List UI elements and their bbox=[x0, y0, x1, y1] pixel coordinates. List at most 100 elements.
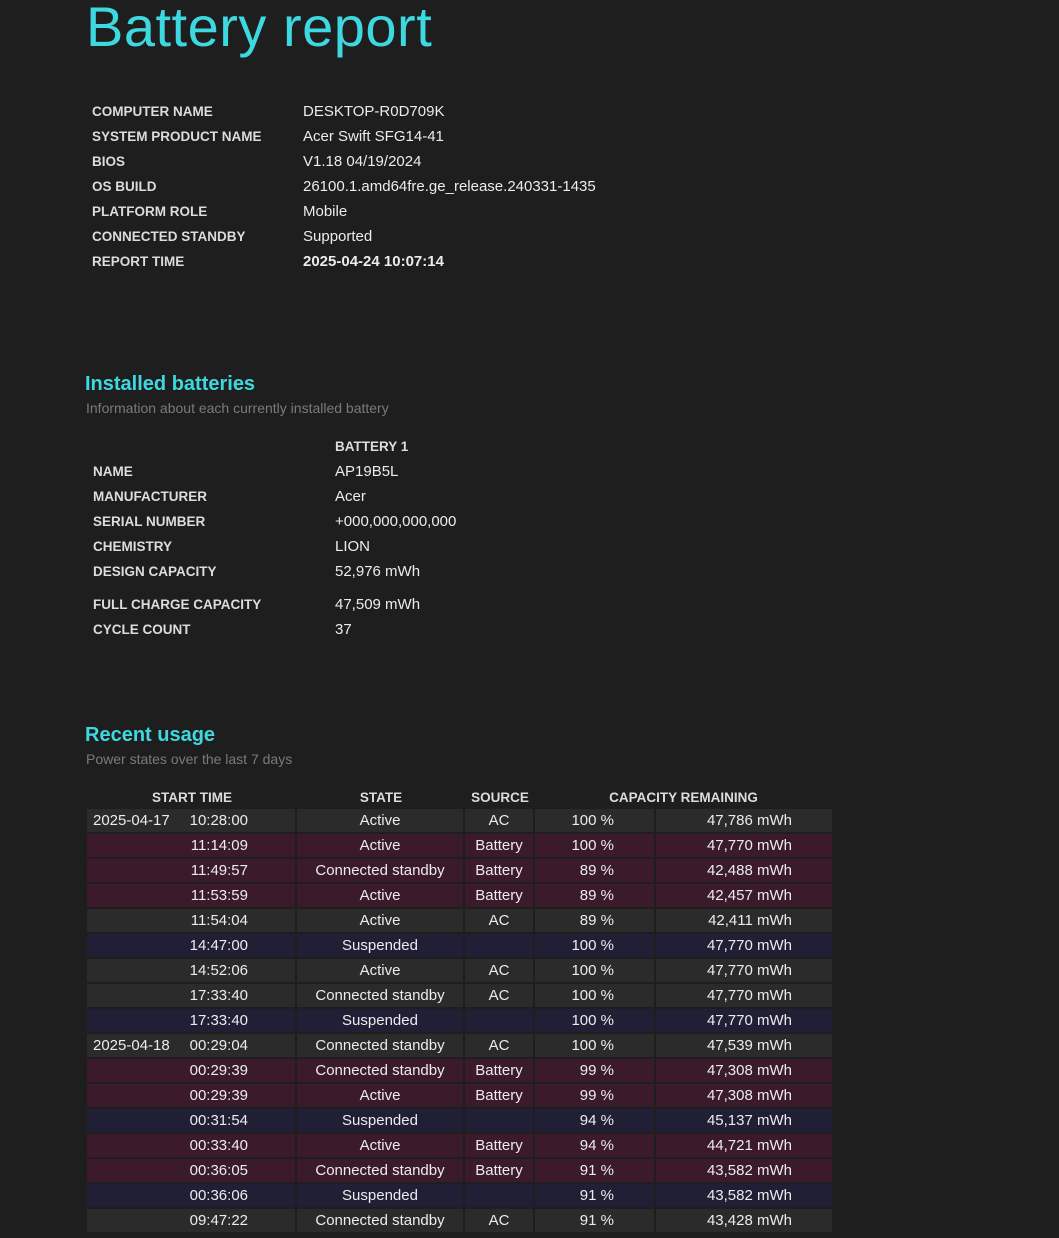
usage-source-cell: AC bbox=[465, 909, 533, 932]
system-info-label: BIOS bbox=[92, 154, 126, 169]
usage-start-time-cell: 00:36:05 bbox=[87, 1159, 295, 1182]
usage-time: 00:29:39 bbox=[189, 1087, 248, 1104]
usage-percent: 94 % bbox=[579, 1112, 614, 1129]
usage-start-time-cell: 2025-04-18 00:29:04 bbox=[87, 1034, 295, 1057]
usage-percent: 91 % bbox=[579, 1187, 614, 1204]
usage-state-cell: Connected standby bbox=[297, 1209, 463, 1232]
report-time-value: 2025-04-24 10:07:14 bbox=[303, 253, 444, 270]
usage-row: 00:29:39 Active Battery 99 % 47,308 mWh bbox=[87, 1084, 832, 1107]
usage-percent-cell: 94 % bbox=[535, 1134, 654, 1157]
usage-source-cell: Battery bbox=[465, 1059, 533, 1082]
recent-usage-table: START TIME STATE SOURCE CAPACITY REMAINI… bbox=[87, 785, 832, 1234]
system-info-label: OS BUILD bbox=[92, 179, 157, 194]
usage-percent-cell: 100 % bbox=[535, 984, 654, 1007]
usage-start-time-cell: 2025-04-17 10:28:00 bbox=[87, 809, 295, 832]
usage-source-cell bbox=[465, 1109, 533, 1132]
usage-percent-cell: 91 % bbox=[535, 1159, 654, 1182]
usage-mwh-cell: 42,457 mWh bbox=[656, 884, 832, 907]
usage-time: 00:36:05 bbox=[189, 1162, 248, 1179]
usage-percent-cell: 94 % bbox=[535, 1109, 654, 1132]
usage-mwh: 42,488 mWh bbox=[706, 862, 792, 879]
usage-source-cell: AC bbox=[465, 1209, 533, 1232]
usage-start-time-cell: 00:29:39 bbox=[87, 1059, 295, 1082]
system-info-label: SYSTEM PRODUCT NAME bbox=[92, 129, 262, 144]
usage-percent-cell: 100 % bbox=[535, 1034, 654, 1057]
usage-start-time-cell: 11:14:09 bbox=[87, 834, 295, 857]
usage-state-cell: Suspended bbox=[297, 1184, 463, 1207]
usage-percent-cell: 99 % bbox=[535, 1059, 654, 1082]
installed-batteries-heading: Installed batteries bbox=[85, 373, 256, 395]
capacity-remaining-header: CAPACITY REMAINING bbox=[609, 789, 758, 805]
usage-time: 14:47:00 bbox=[189, 937, 248, 954]
usage-source-cell: Battery bbox=[465, 859, 533, 882]
usage-row: 17:33:40 Suspended 100 % 47,770 mWh bbox=[87, 1009, 832, 1032]
battery-info-label: CYCLE COUNT bbox=[93, 622, 191, 637]
usage-source-cell: Battery bbox=[465, 1134, 533, 1157]
usage-start-time-cell: 00:36:06 bbox=[87, 1184, 295, 1207]
usage-percent-cell: 89 % bbox=[535, 909, 654, 932]
recent-usage-header-row: START TIME STATE SOURCE CAPACITY REMAINI… bbox=[87, 785, 832, 809]
battery-header-row: BATTERY 1 bbox=[93, 434, 456, 459]
usage-start-time-cell: 09:47:22 bbox=[87, 1209, 295, 1232]
usage-percent-cell: 89 % bbox=[535, 859, 654, 882]
installed-batteries-table: BATTERY 1 NAME AP19B5L MANUFACTURER Acer… bbox=[93, 434, 456, 642]
usage-time: 11:49:57 bbox=[190, 862, 248, 879]
battery-info-label: SERIAL NUMBER bbox=[93, 514, 206, 529]
usage-start-time-cell: 00:29:39 bbox=[87, 1084, 295, 1107]
usage-start-time-cell: 17:33:40 bbox=[87, 984, 295, 1007]
usage-source-cell: Battery bbox=[465, 834, 533, 857]
usage-state-cell: Active bbox=[297, 884, 463, 907]
system-info-value: Supported bbox=[303, 228, 373, 245]
usage-percent: 91 % bbox=[579, 1162, 614, 1179]
usage-state-cell: Active bbox=[297, 809, 463, 832]
battery-info-row: CHEMISTRY LION bbox=[93, 534, 456, 559]
usage-percent: 89 % bbox=[579, 887, 614, 904]
usage-start-time-cell: 00:31:54 bbox=[87, 1109, 295, 1132]
usage-time: 09:47:22 bbox=[189, 1212, 248, 1229]
source-header: SOURCE bbox=[471, 789, 529, 805]
system-info-value: Acer Swift SFG14-41 bbox=[303, 128, 444, 145]
system-info-label: PLATFORM ROLE bbox=[92, 204, 208, 219]
usage-mwh: 43,428 mWh bbox=[706, 1212, 792, 1229]
usage-mwh: 47,539 mWh bbox=[706, 1037, 792, 1054]
usage-row: 17:33:40 Connected standby AC 100 % 47,770 m… bbox=[87, 984, 832, 1007]
usage-mwh: 42,411 mWh bbox=[708, 912, 792, 929]
battery-info-label: CHEMISTRY bbox=[93, 539, 173, 554]
usage-mwh: 47,770 mWh bbox=[706, 987, 792, 1004]
battery-info-label: MANUFACTURER bbox=[93, 489, 207, 504]
battery-info-value: 52,976 mWh bbox=[335, 563, 421, 580]
usage-time: 11:53:59 bbox=[190, 887, 248, 904]
usage-mwh-cell: 47,308 mWh bbox=[656, 1084, 832, 1107]
usage-date: 2025-04-18 bbox=[93, 1037, 170, 1054]
usage-row: 14:47:00 Suspended 100 % 47,770 mWh bbox=[87, 934, 832, 957]
battery-info-value: 37 bbox=[335, 621, 352, 638]
usage-time: 00:36:06 bbox=[189, 1187, 248, 1204]
usage-percent-cell: 99 % bbox=[535, 1084, 654, 1107]
usage-mwh: 47,786 mWh bbox=[706, 812, 792, 829]
usage-source-cell: Battery bbox=[465, 1159, 533, 1182]
recent-usage-subtitle: Power states over the last 7 days bbox=[86, 751, 293, 767]
usage-mwh: 47,770 mWh bbox=[706, 1012, 792, 1029]
usage-percent: 100 % bbox=[571, 837, 614, 854]
usage-mwh-cell: 47,539 mWh bbox=[656, 1034, 832, 1057]
usage-source-cell bbox=[465, 1184, 533, 1207]
usage-start-time-cell: 11:54:04 bbox=[87, 909, 295, 932]
system-info-table: COMPUTER NAME DESKTOP-R0D709K SYSTEM PRO… bbox=[92, 99, 596, 274]
battery-info-value: Acer bbox=[335, 488, 366, 505]
battery-info-row: CYCLE COUNT 37 bbox=[93, 617, 456, 642]
usage-mwh-cell: 47,770 mWh bbox=[656, 934, 832, 957]
usage-mwh-cell: 47,770 mWh bbox=[656, 959, 832, 982]
usage-percent-cell: 89 % bbox=[535, 884, 654, 907]
usage-percent-cell: 100 % bbox=[535, 934, 654, 957]
usage-mwh: 43,582 mWh bbox=[706, 1162, 792, 1179]
usage-row: 11:14:09 Active Battery 100 % 47,770 mWh bbox=[87, 834, 832, 857]
usage-percent: 89 % bbox=[579, 862, 614, 879]
usage-row: 00:36:05 Connected standby Battery 91 % 43,5… bbox=[87, 1159, 832, 1182]
system-info-value: 26100.1.amd64fre.ge_release.240331-1435 bbox=[303, 178, 596, 195]
usage-state-cell: Active bbox=[297, 834, 463, 857]
usage-source-cell bbox=[465, 934, 533, 957]
usage-row: 14:52:06 Active AC 100 % 47,770 mWh bbox=[87, 959, 832, 982]
battery-info-row: DESIGN CAPACITY 52,976 mWh bbox=[93, 559, 456, 584]
battery-info-row: FULL CHARGE CAPACITY 47,509 mWh bbox=[93, 592, 456, 617]
usage-state-cell: Active bbox=[297, 1084, 463, 1107]
